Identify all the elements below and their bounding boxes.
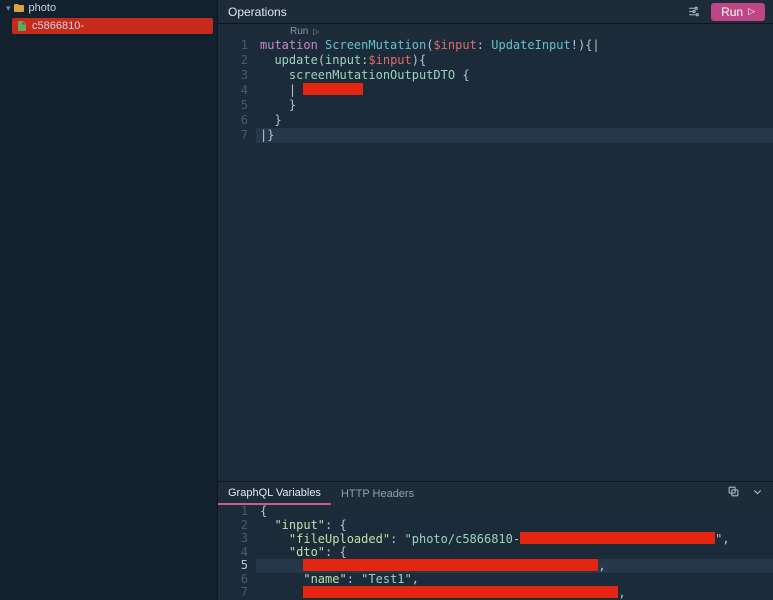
operations-header: Operations Run ▷ <box>218 0 773 24</box>
play-icon: ▷ <box>313 27 319 36</box>
collapse-icon[interactable] <box>747 482 767 500</box>
run-inline-bar: Run ▷ <box>218 24 773 38</box>
code-line-2: update(input:$input){ <box>256 53 773 68</box>
run-button-label: Run <box>721 5 743 19</box>
operations-editor[interactable]: 1 2 3 4 5 6 7 mutation ScreenMutation($i… <box>218 38 773 481</box>
variables-editor[interactable]: 1 2 3 4 5 6 7 { "input": { "fileUploaded… <box>218 505 773 600</box>
vars-line-4: "dto": { <box>256 546 773 560</box>
code-line-1: mutation ScreenMutation($input: UpdateIn… <box>256 38 773 53</box>
vars-line-5: , <box>256 559 773 573</box>
redacted-text <box>303 83 363 95</box>
vars-line-1: { <box>256 505 773 519</box>
code-line-4: | <box>256 83 773 98</box>
operations-title: Operations <box>228 5 679 19</box>
folder-label: photo <box>29 2 57 14</box>
variables-gutter: 1 2 3 4 5 6 7 <box>218 505 256 600</box>
redacted-text <box>520 532 715 544</box>
play-icon: ▷ <box>748 6 755 17</box>
vars-line-3: "fileUploaded": "photo/c5866810-", <box>256 532 773 546</box>
redacted-text <box>303 586 618 598</box>
settings-icon[interactable] <box>683 3 703 21</box>
file-label: c5866810- <box>32 20 84 32</box>
code-line-3: screenMutationOutputDTO { <box>256 68 773 83</box>
file-icon <box>16 20 28 32</box>
vars-line-2: "input": { <box>256 519 773 533</box>
main-column: Operations Run ▷ Run ▷ 1 2 3 4 5 6 7 mut… <box>218 0 773 600</box>
folder-icon <box>13 2 25 14</box>
tree-file-c5866810[interactable]: c5866810- <box>12 18 213 34</box>
run-button[interactable]: Run ▷ <box>711 3 765 21</box>
tab-http-headers[interactable]: HTTP Headers <box>331 482 424 505</box>
code-line-6: } <box>256 113 773 128</box>
tree-folder-photo[interactable]: ▾ photo <box>0 0 217 16</box>
run-inline-button[interactable]: Run ▷ <box>290 26 319 37</box>
vars-line-7: , <box>256 586 773 600</box>
redacted-text <box>303 559 598 571</box>
copy-icon[interactable] <box>723 482 743 500</box>
file-tree-sidebar: ▾ photo c5866810- <box>0 0 218 600</box>
chevron-down-icon: ▾ <box>6 3 11 14</box>
vars-line-6: "name": "Test1", <box>256 573 773 587</box>
tab-graphql-variables[interactable]: GraphQL Variables <box>218 482 331 505</box>
variables-tabs-bar: GraphQL Variables HTTP Headers <box>218 481 773 505</box>
code-line-7: |} <box>256 128 773 143</box>
operations-gutter: 1 2 3 4 5 6 7 <box>218 38 256 481</box>
code-line-5: } <box>256 98 773 113</box>
